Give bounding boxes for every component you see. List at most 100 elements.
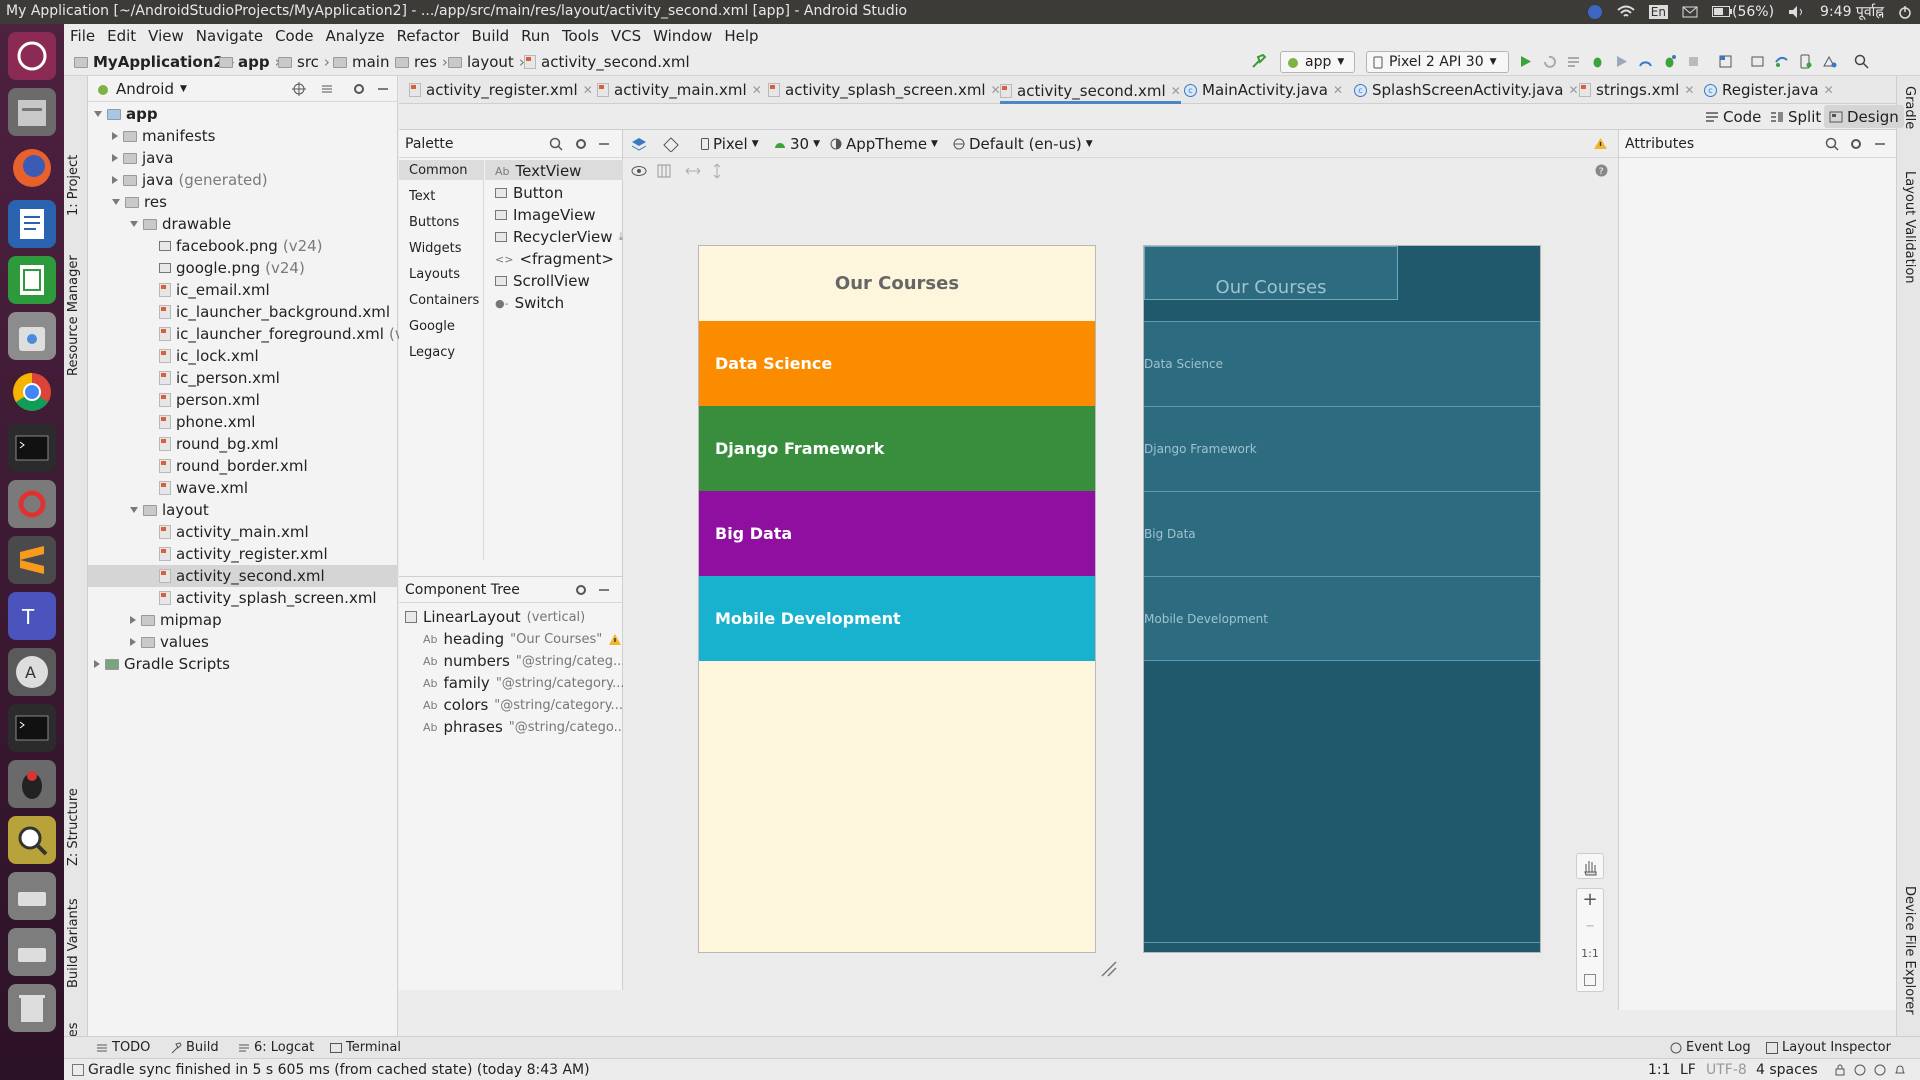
palette-category-text[interactable]: Text <box>409 189 435 204</box>
menu-help[interactable]: Help <box>718 27 764 45</box>
terminal-icon-2[interactable] <box>8 704 56 752</box>
tree-item[interactable]: round_bg.xml <box>146 433 279 455</box>
tree-item[interactable]: google.png (v24) <box>146 257 305 279</box>
updater-icon[interactable]: A <box>8 648 56 696</box>
widget-imageview[interactable]: ImageView <box>495 206 596 224</box>
tree-item[interactable]: round_border.xml <box>146 455 308 477</box>
breadcrumb-app[interactable]: app› <box>219 53 281 71</box>
teams-icon[interactable]: T <box>8 592 56 640</box>
tree-item[interactable]: activity_main.xml <box>146 521 309 543</box>
theme-dropdown[interactable]: AppTheme ▼ <box>830 135 938 153</box>
chevron-right-icon[interactable] <box>112 132 118 140</box>
terminal-icon[interactable] <box>8 424 56 472</box>
hide-icon[interactable] <box>597 583 611 597</box>
resource-manager-tool-tab[interactable]: Resource Manager <box>66 255 81 376</box>
chevron-down-icon[interactable] <box>112 199 120 205</box>
widget-switch[interactable]: ●- Switch <box>495 294 564 312</box>
view-split-button[interactable]: Split <box>1770 108 1821 126</box>
blueprint-row-data-science[interactable]: Data Science <box>1144 321 1540 406</box>
user-icon[interactable] <box>1587 4 1603 20</box>
menu-tools[interactable]: Tools <box>556 27 605 45</box>
gradle-tool-tab[interactable]: Gradle <box>1902 86 1917 129</box>
row-mobile-development[interactable]: Mobile Development <box>699 576 1095 661</box>
apply-code-changes-icon[interactable] <box>1566 54 1581 69</box>
tree-item[interactable]: values <box>130 631 209 653</box>
blueprint-row-mobile-development[interactable]: Mobile Development <box>1144 576 1540 661</box>
profile-icon[interactable] <box>1638 54 1653 69</box>
trash-icon[interactable] <box>8 984 56 1032</box>
tab-activity-second[interactable]: activity_second.xml ✕ <box>1000 81 1181 104</box>
expand-vertical-icon[interactable] <box>711 163 723 179</box>
tree-item[interactable]: activity_splash_screen.xml <box>146 587 377 609</box>
settings-icon[interactable] <box>8 480 56 528</box>
search-tool-icon[interactable] <box>8 816 56 864</box>
search-icon[interactable] <box>549 137 563 151</box>
resize-handle-icon[interactable] <box>1098 958 1118 978</box>
battery-indicator[interactable]: (56%) <box>1711 4 1774 20</box>
bug-icon[interactable] <box>8 760 56 808</box>
chevron-down-icon[interactable]: ▼ <box>180 84 187 94</box>
tree-item[interactable]: drawable <box>130 213 231 235</box>
collapse-all-icon[interactable] <box>320 82 334 96</box>
tree-node-family[interactable]: Ab family "@string/category... <box>423 674 625 692</box>
hide-icon[interactable] <box>376 82 390 96</box>
margins-icon[interactable] <box>657 164 671 178</box>
row-django-framework[interactable]: Django Framework <box>699 406 1095 491</box>
breadcrumb-project[interactable]: MyApplication2› <box>74 53 235 71</box>
tree-item[interactable]: ic_person.xml <box>146 367 280 389</box>
wifi-icon[interactable] <box>1617 5 1635 19</box>
device-manager-icon[interactable] <box>1798 54 1813 69</box>
menu-code[interactable]: Code <box>269 27 319 45</box>
tree-item[interactable]: person.xml <box>146 389 260 411</box>
tab-splashscreenactivity-java[interactable]: c SplashScreenActivity.java ✕ <box>1354 81 1579 99</box>
chevron-right-icon[interactable] <box>94 660 100 668</box>
close-icon[interactable]: ✕ <box>1684 83 1694 97</box>
project-tool-tab[interactable]: 1: Project <box>66 155 81 216</box>
device-dropdown[interactable]: Pixel ▼ <box>701 135 759 153</box>
close-icon[interactable]: ✕ <box>1333 83 1343 97</box>
menu-file[interactable]: File <box>64 27 101 45</box>
chrome-icon[interactable] <box>8 368 56 416</box>
help-icon[interactable]: ? <box>1595 164 1608 177</box>
orientation-icon[interactable] <box>663 137 679 152</box>
blueprint-preview[interactable]: Our Courses Data Science Django Framewor… <box>1143 245 1541 953</box>
heading-text[interactable]: Our Courses <box>699 246 1095 321</box>
zoom-actual-button[interactable]: 1:1 <box>1577 941 1603 967</box>
view-design-button[interactable]: Design <box>1824 105 1904 128</box>
breadcrumb-layout[interactable]: layout › <box>448 53 525 71</box>
tree-item[interactable]: ic_launcher_foreground.xml(v2 <box>146 323 413 345</box>
menu-view[interactable]: View <box>142 27 190 45</box>
tree-node-colors[interactable]: Ab colors "@string/category... <box>423 696 623 714</box>
close-icon[interactable]: ✕ <box>1171 84 1181 98</box>
tree-item[interactable]: app <box>94 103 158 125</box>
palette-category-layouts[interactable]: Layouts <box>409 267 460 282</box>
dash-icon[interactable] <box>8 32 56 80</box>
chevron-right-icon[interactable] <box>112 154 118 162</box>
zoom-in-button[interactable]: + <box>1577 889 1603 915</box>
clock[interactable]: 9:49 पूर्वाह्न <box>1820 2 1884 21</box>
search-everywhere-icon[interactable] <box>1854 54 1869 69</box>
todo-tab[interactable]: TODO <box>96 1040 150 1055</box>
chevron-right-icon[interactable] <box>130 616 136 624</box>
chevron-right-icon[interactable] <box>130 638 136 646</box>
gear-icon[interactable] <box>1849 137 1863 151</box>
tab-activity-splash-screen[interactable]: activity_splash_screen.xml ✕ <box>768 81 1001 99</box>
palette-category-google[interactable]: Google <box>409 319 455 334</box>
frown-icon[interactable] <box>1874 1064 1886 1076</box>
logcat-tab[interactable]: 6: Logcat <box>238 1040 314 1055</box>
drive-icon[interactable] <box>8 872 56 920</box>
menu-navigate[interactable]: Navigate <box>190 27 269 45</box>
widget-textview[interactable]: Ab TextView <box>495 162 581 180</box>
layout-validation-tool-tab[interactable]: Layout Validation <box>1902 171 1917 284</box>
run-config-select[interactable]: app ▼ <box>1280 51 1355 73</box>
tab-strings-xml[interactable]: strings.xml ✕ <box>1579 81 1694 99</box>
tree-item[interactable]: wave.xml <box>146 477 248 499</box>
software-center-icon[interactable] <box>8 312 56 360</box>
event-log-tab[interactable]: Event Log <box>1670 1040 1751 1055</box>
tree-item[interactable]: layout <box>130 499 209 521</box>
close-icon[interactable]: ✕ <box>1568 83 1578 97</box>
locale-dropdown[interactable]: Default (en-us) ▼ <box>953 135 1093 153</box>
tab-register-java[interactable]: c Register.java ✕ <box>1704 81 1834 99</box>
project-view-select[interactable]: Android <box>116 80 174 98</box>
menu-analyze[interactable]: Analyze <box>319 27 390 45</box>
